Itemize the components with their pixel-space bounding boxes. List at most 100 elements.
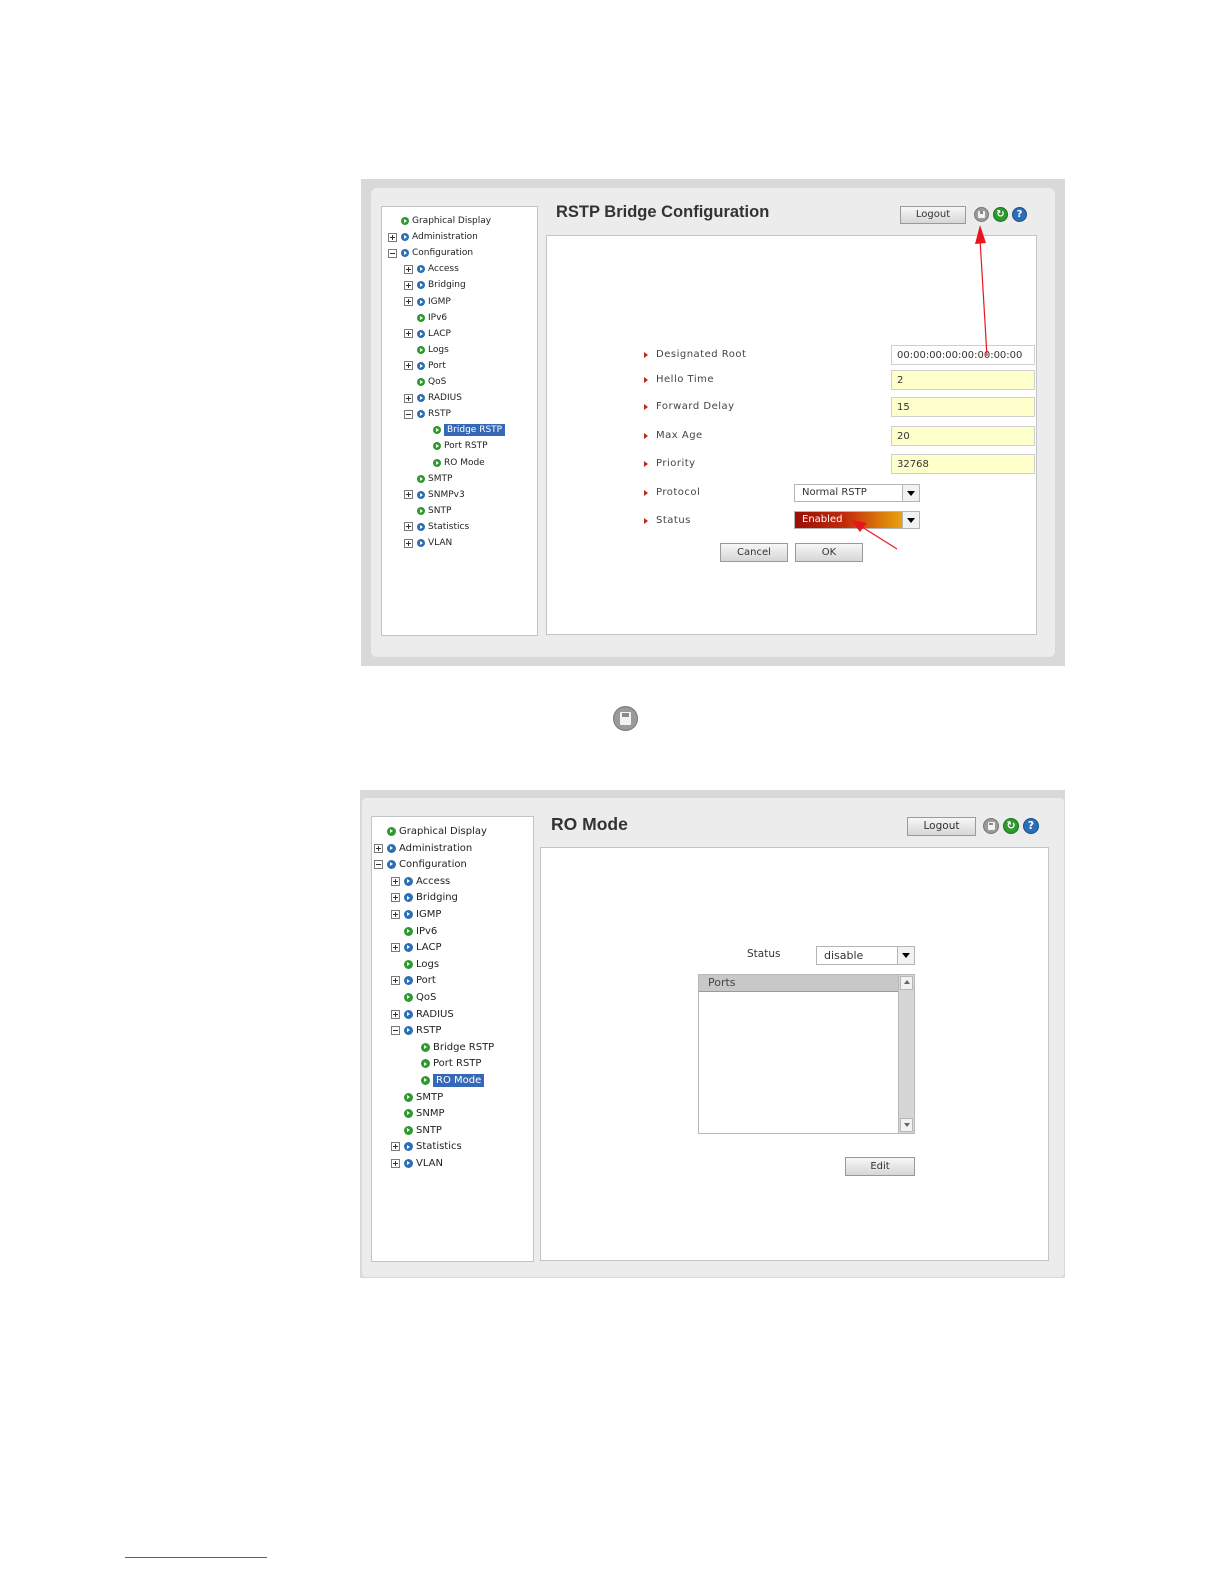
tree-item-bridging[interactable]: Bridging xyxy=(391,892,458,904)
expand-icon[interactable] xyxy=(391,893,400,903)
tree-item-graphical-display[interactable]: Graphical Display xyxy=(374,826,487,838)
refresh-icon[interactable]: ↻ xyxy=(1003,818,1019,834)
expand-icon[interactable] xyxy=(404,297,413,306)
expand-icon[interactable] xyxy=(391,943,400,953)
tree-item-bridge-rstp[interactable]: Bridge RSTP xyxy=(408,1042,494,1054)
scroll-down-button[interactable] xyxy=(900,1118,913,1132)
tree-item-qos[interactable]: QoS xyxy=(391,992,436,1004)
tree-item-configuration[interactable]: Configuration xyxy=(388,248,473,259)
tree-item-radius[interactable]: RADIUS xyxy=(404,393,462,404)
tree-item-ipv6[interactable]: IPv6 xyxy=(404,313,447,324)
expand-icon[interactable] xyxy=(404,329,413,339)
collapse-icon[interactable] xyxy=(374,860,383,870)
tree-item-label: Configuration xyxy=(399,859,467,871)
page-bullet-icon xyxy=(421,1042,430,1052)
tree-item-sntp[interactable]: SNTP xyxy=(404,506,451,517)
chevron-down-icon[interactable] xyxy=(902,485,919,501)
tree-item-administration[interactable]: Administration xyxy=(374,843,472,855)
save-icon[interactable] xyxy=(983,818,999,834)
tree-item-bridging[interactable]: Bridging xyxy=(404,280,466,291)
tree-item-smtp[interactable]: SMTP xyxy=(404,474,452,485)
tree-item-vlan[interactable]: VLAN xyxy=(404,538,452,549)
tree-item-rstp[interactable]: RSTP xyxy=(391,1025,441,1037)
logout-button[interactable]: Logout xyxy=(900,206,966,224)
help-icon[interactable]: ? xyxy=(1023,818,1039,834)
status-select[interactable]: Enabled xyxy=(794,511,920,529)
tree-item-igmp[interactable]: IGMP xyxy=(391,909,441,921)
ports-list[interactable]: Ports xyxy=(698,974,915,1134)
scrollbar[interactable] xyxy=(898,975,914,1133)
expand-icon[interactable] xyxy=(404,538,413,548)
tree-item-access[interactable]: Access xyxy=(391,876,450,888)
tree-item-port-rstp[interactable]: Port RSTP xyxy=(408,1058,481,1070)
page-bullet-icon xyxy=(404,1125,413,1135)
row-bullet-icon xyxy=(644,433,648,439)
tree-item-smtp[interactable]: SMTP xyxy=(391,1092,443,1104)
tree-item-bridge-rstp[interactable]: Bridge RSTP xyxy=(420,424,506,437)
folder-bullet-icon xyxy=(387,843,396,853)
chevron-down-icon[interactable] xyxy=(902,512,919,528)
expand-icon[interactable] xyxy=(391,876,400,886)
expand-icon[interactable] xyxy=(404,361,413,371)
expand-icon[interactable] xyxy=(391,1142,400,1152)
tree-item-igmp[interactable]: IGMP xyxy=(404,297,451,308)
tree-item-sntp[interactable]: SNTP xyxy=(391,1125,442,1137)
expand-icon[interactable] xyxy=(404,264,413,274)
expand-icon[interactable] xyxy=(404,393,413,403)
tree-item-rstp[interactable]: RSTP xyxy=(404,409,451,420)
tree-item-logs[interactable]: Logs xyxy=(404,345,449,356)
logout-button[interactable]: Logout xyxy=(907,817,976,836)
scroll-up-button[interactable] xyxy=(900,976,913,990)
tree-item-port[interactable]: Port xyxy=(391,975,436,987)
tree-item-qos[interactable]: QoS xyxy=(404,377,446,388)
tree-item-label: RSTP xyxy=(428,409,451,420)
tree-item-ro-mode[interactable]: RO Mode xyxy=(420,458,485,469)
collapse-icon[interactable] xyxy=(388,248,397,258)
priority-field[interactable]: 32768 xyxy=(891,454,1035,474)
tree-item-ipv6[interactable]: IPv6 xyxy=(391,926,437,938)
tree-item-lacp[interactable]: LACP xyxy=(391,942,441,954)
tree-item-statistics[interactable]: Statistics xyxy=(391,1141,462,1153)
tree-item-statistics[interactable]: Statistics xyxy=(404,522,469,533)
tree-item-administration[interactable]: Administration xyxy=(388,232,478,243)
tree-item-configuration[interactable]: Configuration xyxy=(374,859,467,871)
tree-item-ro-mode[interactable]: RO Mode xyxy=(408,1074,485,1087)
protocol-select[interactable]: Normal RSTP xyxy=(794,484,920,502)
edit-button[interactable]: Edit xyxy=(845,1157,915,1176)
max-age-field[interactable]: 20 xyxy=(891,426,1035,446)
expand-icon[interactable] xyxy=(404,490,413,500)
expand-icon[interactable] xyxy=(404,522,413,532)
tree-item-label: LACP xyxy=(416,942,442,954)
refresh-icon[interactable]: ↻ xyxy=(993,207,1008,222)
cancel-button[interactable]: Cancel xyxy=(720,543,788,562)
expand-icon[interactable] xyxy=(374,843,383,853)
expand-icon[interactable] xyxy=(391,910,400,919)
hello-time-field[interactable]: 2 xyxy=(891,370,1035,390)
tree-item-logs[interactable]: Logs xyxy=(391,959,439,971)
tree-item-snmpv3[interactable]: SNMPv3 xyxy=(404,490,465,501)
chevron-down-icon[interactable] xyxy=(897,947,914,964)
expand-icon[interactable] xyxy=(391,1159,400,1168)
status-select[interactable]: disable xyxy=(816,946,915,965)
ok-button[interactable]: OK xyxy=(795,543,863,562)
expand-icon[interactable] xyxy=(388,232,397,242)
collapse-icon[interactable] xyxy=(404,409,413,419)
expand-icon[interactable] xyxy=(391,976,400,986)
tree-item-port-rstp[interactable]: Port RSTP xyxy=(420,441,488,452)
tree-item-label: Statistics xyxy=(416,1141,462,1153)
save-icon[interactable] xyxy=(974,207,989,222)
tree-item-access[interactable]: Access xyxy=(404,264,459,275)
expand-icon[interactable] xyxy=(404,280,413,290)
forward-delay-field[interactable]: 15 xyxy=(891,397,1035,417)
tree-item-port[interactable]: Port xyxy=(404,361,446,372)
tree-item-snmp[interactable]: SNMP xyxy=(391,1108,445,1120)
tree-item-radius[interactable]: RADIUS xyxy=(391,1009,454,1021)
tree-item-vlan[interactable]: VLAN xyxy=(391,1158,443,1170)
collapse-icon[interactable] xyxy=(391,1026,400,1036)
tree-item-lacp[interactable]: LACP xyxy=(404,329,451,340)
tree-item-label: Graphical Display xyxy=(399,826,487,837)
tree-item-graphical-display[interactable]: Graphical Display xyxy=(388,216,491,227)
expand-icon[interactable] xyxy=(391,1009,400,1019)
help-icon[interactable]: ? xyxy=(1012,207,1027,222)
tree-item-label: Access xyxy=(416,875,451,887)
